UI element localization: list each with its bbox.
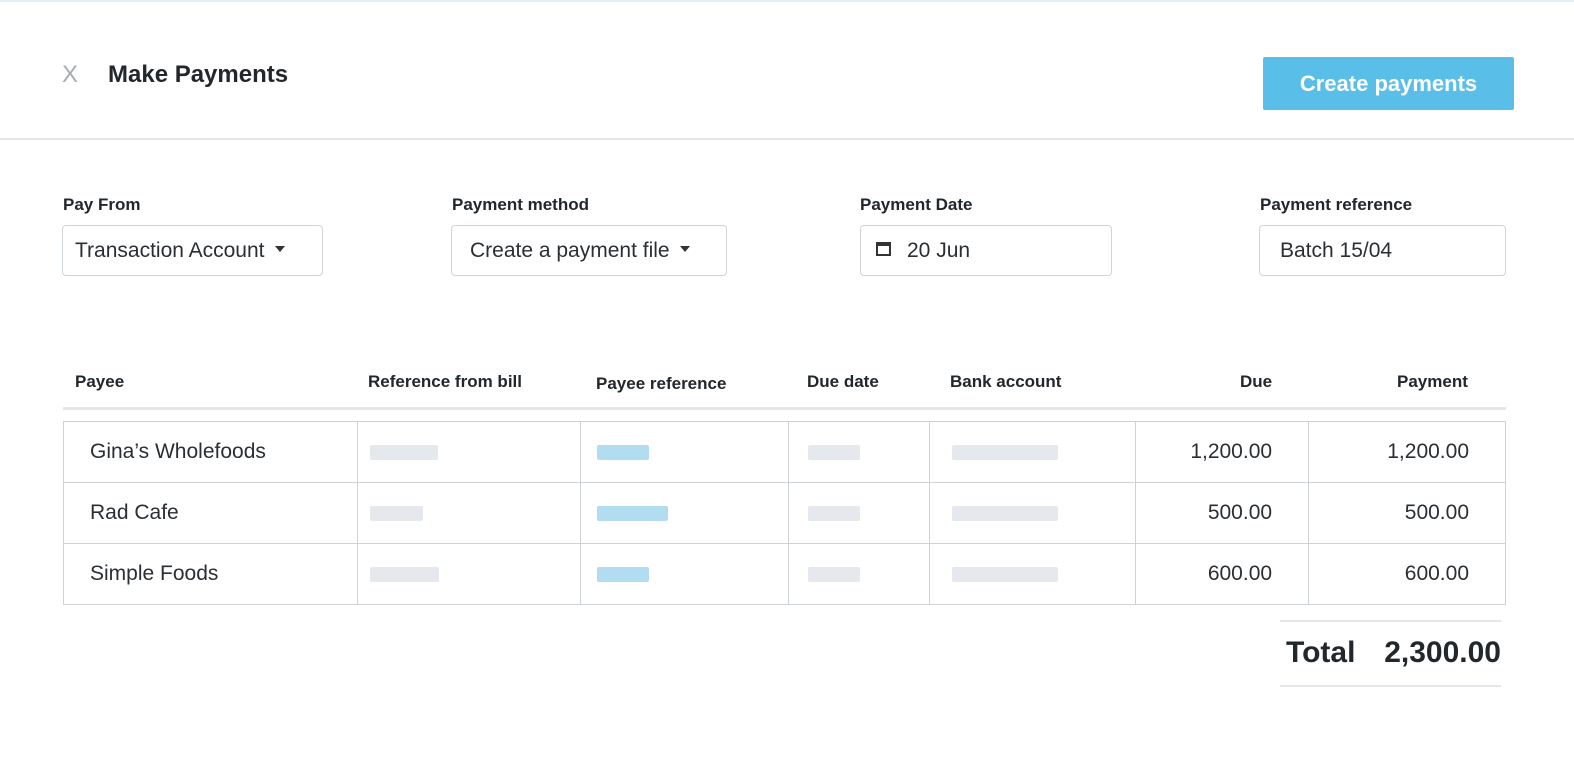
placeholder-bar xyxy=(369,444,438,460)
bank-account-cell[interactable] xyxy=(929,421,1137,483)
table-row: Simple Foods 600.00 600.00 xyxy=(63,543,1506,605)
due-cell: 600.00 xyxy=(1135,543,1310,605)
due-date-cell[interactable] xyxy=(788,482,931,544)
payee-cell[interactable]: Simple Foods xyxy=(63,543,358,605)
payments-table: Gina’s Wholefoods 1,200.00 1,200.00 Rad … xyxy=(63,421,1506,605)
table-row: Rad Cafe 500.00 500.00 xyxy=(63,482,1506,544)
bank-account-cell[interactable] xyxy=(929,482,1137,544)
bank-account-cell[interactable] xyxy=(929,543,1137,605)
payee-reference-cell[interactable] xyxy=(579,482,790,544)
column-header-reference-from-bill: Reference from bill xyxy=(368,372,522,391)
payment-reference-input[interactable]: Batch 15/04 xyxy=(1259,225,1506,276)
calendar-icon xyxy=(876,242,891,257)
table-row: Gina’s Wholefoods 1,200.00 1,200.00 xyxy=(63,421,1506,483)
payment-date-value: 20 Jun xyxy=(907,239,971,262)
payment-reference-label: Payment reference xyxy=(1260,195,1413,214)
create-payments-button[interactable]: Create payments xyxy=(1263,57,1514,110)
reference-from-bill-cell[interactable] xyxy=(356,543,581,605)
placeholder-bar xyxy=(808,566,861,582)
placeholder-bar xyxy=(952,444,1059,460)
due-date-cell[interactable] xyxy=(788,421,931,483)
caret-down-icon xyxy=(274,246,285,253)
total-label: Total xyxy=(1286,636,1356,669)
page-title: Make Payments xyxy=(108,61,289,88)
payment-method-value: Create a payment file xyxy=(470,239,670,262)
total-divider-bottom xyxy=(1280,685,1501,687)
column-header-payee: Payee xyxy=(75,372,125,391)
placeholder-bar xyxy=(596,505,668,521)
placeholder-bar xyxy=(808,444,861,460)
payment-method-label: Payment method xyxy=(452,195,589,214)
payment-cell[interactable]: 600.00 xyxy=(1308,543,1506,605)
column-header-due-date: Due date xyxy=(807,372,879,391)
close-icon[interactable]: X xyxy=(62,60,78,90)
payee-cell[interactable]: Gina’s Wholefoods xyxy=(63,421,358,483)
pay-from-value: Transaction Account xyxy=(75,239,265,262)
column-header-payee-reference: Payee reference xyxy=(596,374,727,393)
column-header-bank-account: Bank account xyxy=(950,372,1062,391)
payee-reference-cell[interactable] xyxy=(579,421,790,483)
placeholder-bar xyxy=(952,566,1059,582)
header-divider xyxy=(63,407,1506,410)
placeholder-bar xyxy=(596,566,649,582)
placeholder-bar xyxy=(808,505,861,521)
placeholder-bar xyxy=(952,505,1059,521)
payment-date-input[interactable]: 20 Jun xyxy=(860,225,1112,276)
column-header-payment: Payment xyxy=(1397,372,1468,391)
due-cell: 500.00 xyxy=(1135,482,1310,544)
caret-down-icon xyxy=(679,246,690,253)
total-value: 2,300.00 xyxy=(1384,636,1501,669)
pay-from-select[interactable]: Transaction Account xyxy=(62,225,323,276)
page-header: X Make Payments Create payments xyxy=(0,2,1574,140)
placeholder-bar xyxy=(369,505,423,521)
payee-reference-cell[interactable] xyxy=(579,543,790,605)
reference-from-bill-cell[interactable] xyxy=(356,421,581,483)
column-header-due: Due xyxy=(1240,372,1273,391)
payment-cell[interactable]: 1,200.00 xyxy=(1308,421,1506,483)
payment-reference-value: Batch 15/04 xyxy=(1280,239,1393,262)
pay-from-label: Pay From xyxy=(63,195,141,214)
payment-cell[interactable]: 500.00 xyxy=(1308,482,1506,544)
total-divider-top xyxy=(1280,620,1501,622)
payment-method-select[interactable]: Create a payment file xyxy=(451,225,727,276)
due-date-cell[interactable] xyxy=(788,543,931,605)
placeholder-bar xyxy=(596,444,649,460)
due-cell: 1,200.00 xyxy=(1135,421,1310,483)
placeholder-bar xyxy=(369,566,439,582)
reference-from-bill-cell[interactable] xyxy=(356,482,581,544)
payment-date-label: Payment Date xyxy=(860,195,973,214)
payee-cell[interactable]: Rad Cafe xyxy=(63,482,358,544)
